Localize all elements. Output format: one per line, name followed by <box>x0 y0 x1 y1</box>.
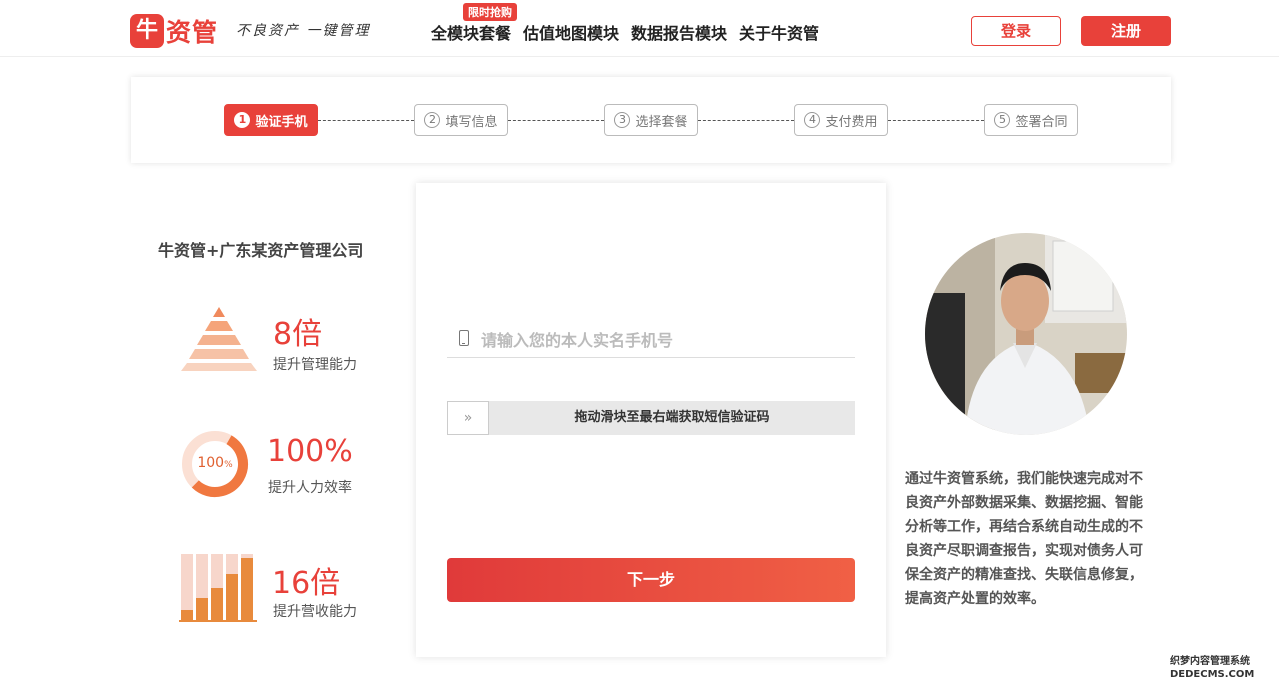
stat-label-management: 提升管理能力 <box>273 357 357 373</box>
step-number: 2 <box>424 112 441 128</box>
logo-mark: 牛 <box>130 14 164 48</box>
pyramid-icon <box>181 307 257 371</box>
step-label: 验证手机 <box>255 114 308 130</box>
phone-input[interactable] <box>481 326 851 354</box>
watermark-line-2: DEDECMS.COM <box>1170 669 1255 680</box>
nav-item-data-report[interactable]: 数据报告模块 <box>631 20 727 44</box>
stat-value-efficiency: 100% <box>267 434 353 469</box>
step-fill-info: 2 填写信息 <box>414 104 508 136</box>
system-description: 通过牛资管系统，我们能快速完成对不良资产外部数据采集、数据挖掘、智能分析等工作，… <box>905 471 1143 607</box>
avatar <box>925 233 1127 435</box>
nav-item-label: 全模块套餐 <box>431 24 512 43</box>
promo-badge: 限时抢购 <box>463 3 517 21</box>
top-header: 牛 资管 不良资产 一键管理 全模块套餐 限时抢购 估值地图模块 数据报告模块 … <box>0 0 1279 57</box>
register-button[interactable]: 注册 <box>1081 16 1171 46</box>
watermark-line-1: 织梦内容管理系统 <box>1170 656 1250 667</box>
ring-chart-icon: 100% <box>180 429 250 499</box>
step-connector <box>698 120 794 121</box>
registration-steps: 1 验证手机 2 填写信息 3 选择套餐 4 支付费用 5 签署合同 <box>131 77 1171 163</box>
step-choose-package: 3 选择套餐 <box>604 104 698 136</box>
stat-label-efficiency: 提升人力效率 <box>268 480 352 496</box>
phone-field <box>447 326 855 358</box>
ring-value: 100 <box>197 455 225 471</box>
slider-instruction: 拖动滑块至最右端获取短信验证码 <box>574 410 770 425</box>
slider-handle-icon[interactable]: » <box>447 401 489 435</box>
main-nav: 全模块套餐 限时抢购 估值地图模块 数据报告模块 关于牛资管 <box>431 3 819 44</box>
mobile-phone-icon <box>459 330 469 346</box>
nav-item-valuation-map[interactable]: 估值地图模块 <box>523 20 619 44</box>
step-number: 1 <box>234 112 251 128</box>
stat-value-management: 8倍 <box>273 317 323 352</box>
phone-verify-form: » 拖动滑块至最右端获取短信验证码 下一步 <box>416 183 886 657</box>
watermark: 织梦内容管理系统 DEDECMS.COM <box>1170 655 1270 681</box>
logo[interactable]: 牛 资管 <box>130 13 218 49</box>
logo-text: 资管 <box>166 18 219 47</box>
next-step-button[interactable]: 下一步 <box>447 558 855 602</box>
step-label: 填写信息 <box>445 114 498 130</box>
ring-unit: % <box>224 460 233 470</box>
step-label: 签署合同 <box>1015 114 1068 130</box>
slider-captcha[interactable]: » 拖动滑块至最右端获取短信验证码 <box>447 401 855 435</box>
stat-value-revenue: 16倍 <box>272 566 341 601</box>
login-button[interactable]: 登录 <box>971 16 1061 46</box>
bar-chart-icon <box>179 554 257 622</box>
step-verify-phone: 1 验证手机 <box>224 104 318 136</box>
step-label: 选择套餐 <box>635 114 688 130</box>
step-number: 5 <box>994 112 1011 128</box>
step-label: 支付费用 <box>825 114 878 130</box>
step-sign-contract: 5 签署合同 <box>984 104 1078 136</box>
nav-item-full-package[interactable]: 全模块套餐 限时抢购 <box>431 3 517 44</box>
step-number: 3 <box>614 112 631 128</box>
company-title: 牛资管+广东某资产管理公司 <box>158 241 364 260</box>
stat-label-revenue: 提升营收能力 <box>273 604 357 620</box>
nav-item-about[interactable]: 关于牛资管 <box>739 20 819 44</box>
slogan: 不良资产 一键管理 <box>236 23 371 39</box>
step-connector <box>318 120 414 121</box>
step-connector <box>508 120 604 121</box>
step-connector <box>888 120 984 121</box>
step-number: 4 <box>804 112 821 128</box>
step-pay: 4 支付费用 <box>794 104 888 136</box>
